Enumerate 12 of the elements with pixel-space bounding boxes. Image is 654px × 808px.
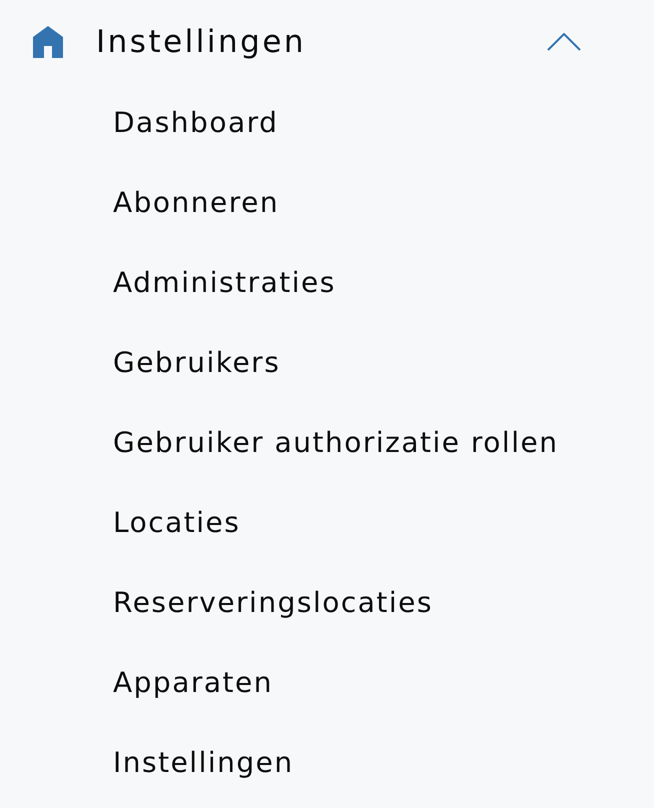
chevron-icon[interactable] bbox=[547, 33, 581, 51]
menu-item[interactable]: Gebruikers bbox=[113, 349, 280, 377]
menu-item[interactable]: Instellingen bbox=[113, 749, 294, 777]
home-icon bbox=[33, 26, 63, 58]
menu-item[interactable]: Reserveringslocaties bbox=[113, 589, 433, 617]
menu-item[interactable]: Administraties bbox=[113, 269, 336, 297]
menu-item[interactable]: Apparaten bbox=[113, 669, 273, 697]
menu-item[interactable]: Abonneren bbox=[113, 189, 280, 217]
menu-item[interactable]: Gebruiker authorizatie rollen bbox=[113, 429, 558, 457]
menu-item[interactable]: Locaties bbox=[113, 509, 240, 537]
section-title: Instellingen bbox=[96, 26, 306, 58]
menu-item[interactable]: Dashboard bbox=[113, 109, 278, 137]
